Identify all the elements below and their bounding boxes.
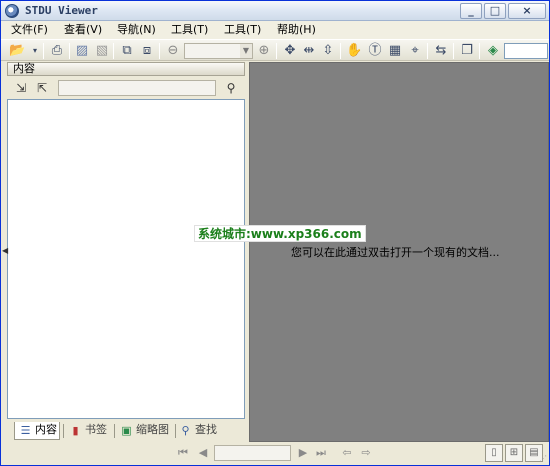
hand-tool-icon[interactable]: ✋ (346, 43, 362, 59)
fit-page-icon[interactable]: ✥ (282, 43, 298, 59)
menu-view[interactable]: 查看(V) (64, 23, 102, 37)
zoom-in-icon[interactable]: ⊕ (256, 43, 272, 59)
toolbar-divider (113, 43, 114, 59)
menu-bar: 文件(F) 查看(V) 导航(N) 工具(T) 工具(T) 帮助(H) (1, 21, 549, 39)
tab-label: 书签 (85, 423, 107, 436)
panel-tab-bar: ☰ 内容 ▮ 书签 ▣ 缩略图 ⚲ 查找 (7, 421, 245, 441)
resize-grip-icon[interactable]: ⋰ (539, 454, 547, 463)
fit-height-icon[interactable]: ⇳ (320, 43, 336, 59)
binoculars-icon: ⚲ (181, 424, 190, 437)
menu-navigate[interactable]: 导航(N) (117, 23, 156, 37)
open-document-hint: 您可以在此通过双击打开一个现有的文档... (291, 246, 500, 259)
toolbar-divider (427, 43, 428, 59)
tab-divider (63, 424, 64, 438)
toolbar-divider (159, 43, 160, 59)
next-page-icon[interactable]: ▶ (295, 445, 311, 461)
toolbar-divider (43, 43, 44, 59)
sidebar-panel: 内容 ⇲ ⇱ ⚲ ☰ 内容 ▮ 书签 ▣ 缩略图 ⚲ 查找 (7, 62, 245, 442)
app-window: STDU Viewer _ □ × 文件(F) 查看(V) 导航(N) 工具(T… (0, 0, 550, 466)
title-bar[interactable]: STDU Viewer _ □ × (1, 1, 549, 21)
collapse-panel-arrow-icon[interactable]: ◀ (2, 246, 8, 255)
print-icon[interactable]: ⎙ (49, 43, 65, 59)
disabled-edit-icon[interactable]: ▧ (94, 43, 110, 59)
toolbar-divider (453, 43, 454, 59)
select-text-icon[interactable]: Ⓣ (367, 43, 383, 59)
single-page-layout-button[interactable]: ▯ (485, 444, 503, 462)
zoom-select[interactable]: ▼ (184, 43, 253, 59)
menu-tools[interactable]: 工具(T) (171, 23, 208, 37)
contents-tree[interactable] (7, 99, 245, 419)
minimize-button[interactable]: _ (460, 3, 482, 19)
page-navigation-bar: ⏮ ◀ ▶ ⏭ ⇦ ⇨ ▯ ⊞ ▤ (178, 442, 549, 465)
chevron-down-icon[interactable]: ▼ (240, 44, 252, 58)
toolbar-divider (479, 43, 480, 59)
select-image-icon[interactable]: ▦ (387, 43, 403, 59)
tab-find[interactable]: ⚲ 查找 (175, 422, 223, 440)
collapse-icon[interactable]: ⇱ (34, 80, 50, 96)
zoom-out-icon[interactable]: ⊖ (165, 43, 181, 59)
thumbnails-icon: ▣ (121, 424, 132, 437)
open-dropdown-arrow-icon[interactable]: ▾ (27, 43, 43, 59)
main-toolbar: 📂 ▾ ⎙ ▨ ▧ ⧉ ⧈ ⊖ ▼ ⊕ ✥ ⇹ ⇳ ✋ Ⓣ ▦ ⌖ ⇆ ❐ ◈ (1, 39, 549, 61)
page-copy-icon[interactable]: ⧉ (119, 43, 135, 59)
tab-contents[interactable]: ☰ 内容 (14, 422, 60, 440)
tab-bookmarks[interactable]: ▮ 书签 (65, 422, 111, 440)
panel-toolbar: ⇲ ⇱ ⚲ (7, 77, 245, 99)
find-binoculars-icon[interactable]: ⚲ (223, 80, 239, 96)
tab-label: 内容 (35, 423, 57, 436)
menu-tools-2[interactable]: 工具(T) (224, 23, 261, 37)
snapshot-icon[interactable]: ⌖ (407, 43, 423, 59)
open-folder-icon[interactable]: 📂 (9, 43, 25, 59)
grid-layout-button[interactable]: ⊞ (505, 444, 523, 462)
fit-width-icon[interactable]: ⇹ (301, 43, 317, 59)
tab-divider (114, 424, 115, 438)
go-icon[interactable]: ◈ (485, 43, 501, 59)
window-title: STDU Viewer (25, 4, 98, 17)
watermark-label: 系统城市:www.xp366.com (194, 225, 366, 242)
toolbar-divider (340, 43, 341, 59)
menu-file[interactable]: 文件(F) (11, 23, 48, 37)
previous-page-icon[interactable]: ◀ (195, 445, 211, 461)
bookmark-icon: ▮ (72, 424, 79, 437)
history-forward-icon[interactable]: ⇨ (358, 445, 374, 461)
panel-search-input[interactable] (58, 80, 216, 96)
last-page-icon[interactable]: ⏭ (313, 445, 329, 461)
tab-thumbnails[interactable]: ▣ 缩略图 (116, 422, 174, 440)
panel-title: 内容 (7, 62, 245, 76)
close-button[interactable]: × (508, 3, 546, 19)
first-page-icon[interactable]: ⏮ (175, 445, 191, 461)
tab-label: 查找 (195, 423, 217, 436)
history-back-icon[interactable]: ⇦ (339, 445, 355, 461)
expand-icon[interactable]: ⇲ (13, 80, 29, 96)
maximize-button[interactable]: □ (484, 3, 506, 19)
toolbar-divider (276, 43, 277, 59)
two-pages-icon[interactable]: ❐ (459, 43, 475, 59)
tab-label: 缩略图 (136, 423, 169, 436)
toolbar-divider (69, 43, 70, 59)
app-logo-icon (5, 4, 19, 18)
menu-help[interactable]: 帮助(H) (277, 23, 316, 37)
contents-icon: ☰ (20, 424, 31, 437)
page-number-input[interactable] (214, 445, 291, 461)
edit-icon[interactable]: ▨ (74, 43, 90, 59)
goto-input[interactable] (504, 43, 548, 59)
rotate-icon[interactable]: ⇆ (433, 43, 449, 59)
page-export-icon[interactable]: ⧈ (139, 43, 155, 59)
